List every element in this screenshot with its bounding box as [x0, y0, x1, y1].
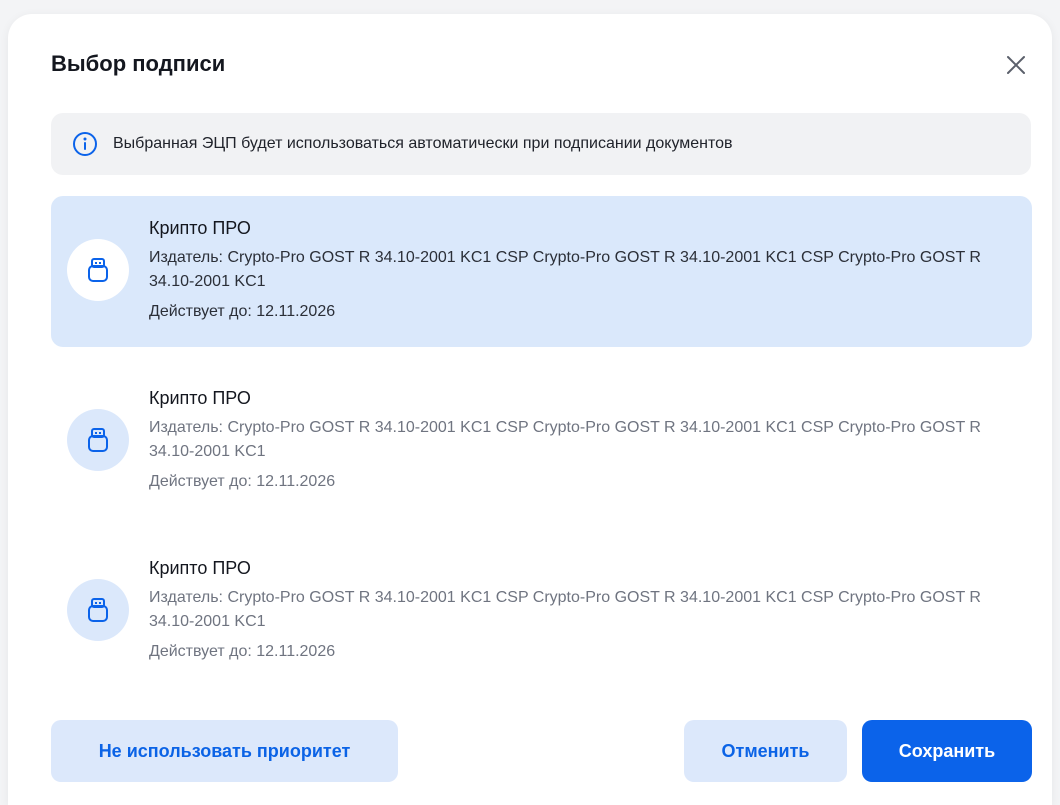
- signature-item[interactable]: Крипто ПРО Издатель: Crypto-Pro GOST R 3…: [51, 536, 1032, 687]
- no-priority-button[interactable]: Не использовать приоритет: [51, 720, 398, 782]
- dialog-title: Выбор подписи: [51, 51, 226, 76]
- signature-valid-until: Действует до: 12.11.2026: [149, 473, 336, 490]
- signature-item[interactable]: Крипто ПРО Издатель: Crypto-Pro GOST R 3…: [51, 366, 1032, 517]
- signature-list: Крипто ПРО Издатель: Crypto-Pro GOST R 3…: [51, 196, 1032, 706]
- info-icon: [72, 131, 98, 157]
- usb-token-icon: [67, 409, 129, 471]
- usb-token-icon: [67, 239, 129, 301]
- signature-issuer: Издатель: Crypto-Pro GOST R 34.10-2001 K…: [149, 589, 981, 630]
- signature-name: Крипто ПРО: [149, 558, 251, 578]
- signature-name: Крипто ПРО: [149, 388, 251, 408]
- usb-token-icon: [67, 579, 129, 641]
- signature-item[interactable]: Крипто ПРО Издатель: Crypto-Pro GOST R 3…: [51, 196, 1032, 347]
- cancel-button[interactable]: Отменить: [684, 720, 847, 782]
- info-text: Выбранная ЭЦП будет использоваться автом…: [113, 135, 733, 152]
- save-button[interactable]: Сохранить: [862, 720, 1032, 782]
- signature-select-dialog: Выбор подписи Выбранная ЭЦП будет исполь…: [8, 14, 1052, 805]
- signature-details: Крипто ПРО Издатель: Crypto-Pro GOST R 3…: [149, 386, 1022, 494]
- signature-valid-until: Действует до: 12.11.2026: [149, 303, 336, 320]
- signature-details: Крипто ПРО Издатель: Crypto-Pro GOST R 3…: [149, 216, 1022, 324]
- signature-name: Крипто ПРО: [149, 218, 251, 238]
- signature-details: Крипто ПРО Издатель: Crypto-Pro GOST R 3…: [149, 556, 1022, 664]
- signature-issuer: Издатель: Crypto-Pro GOST R 34.10-2001 K…: [149, 249, 981, 290]
- signature-issuer: Издатель: Crypto-Pro GOST R 34.10-2001 K…: [149, 419, 981, 460]
- close-icon: [1007, 56, 1025, 74]
- close-button[interactable]: [1001, 50, 1031, 80]
- signature-valid-until: Действует до: 12.11.2026: [149, 643, 336, 660]
- info-banner: Выбранная ЭЦП будет использоваться автом…: [51, 113, 1031, 175]
